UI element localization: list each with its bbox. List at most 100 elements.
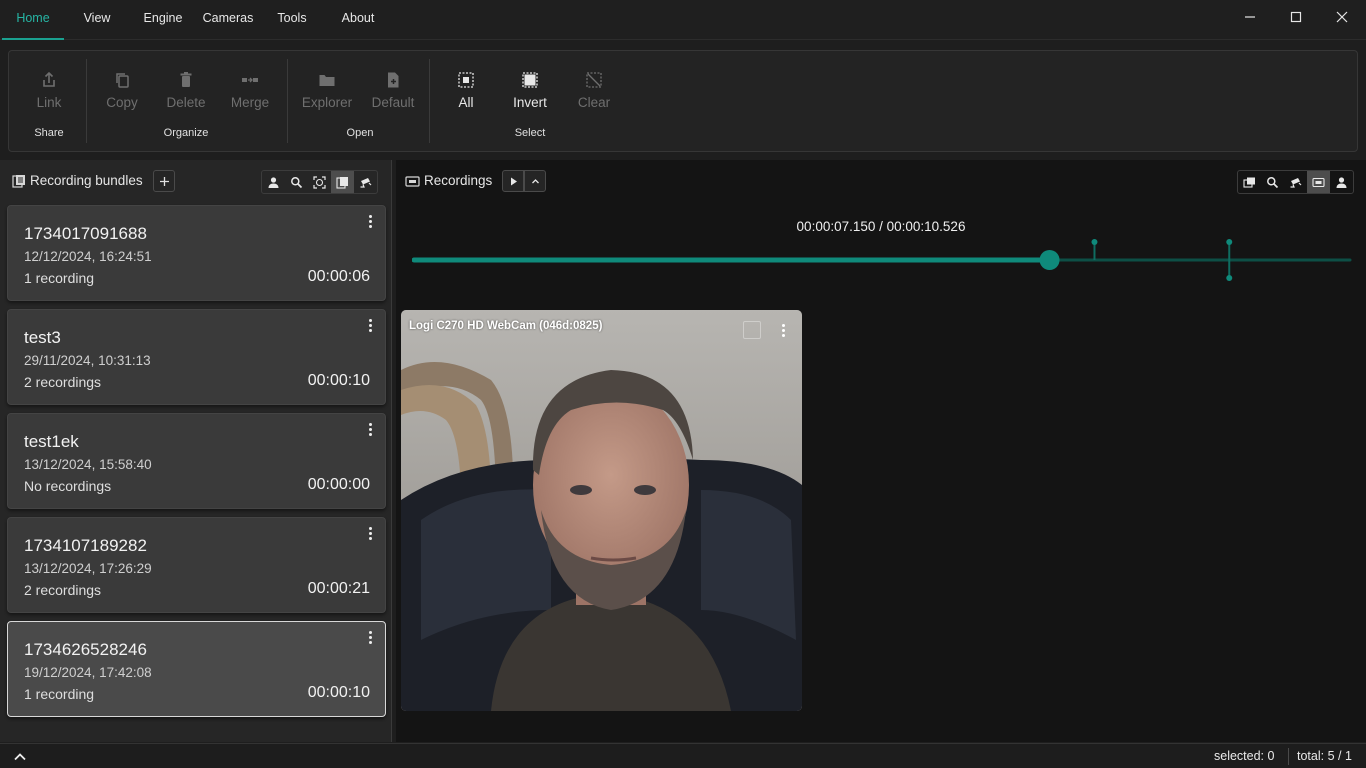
- merge-button[interactable]: Merge: [218, 71, 282, 117]
- all-label: All: [458, 95, 474, 110]
- merge-label: Merge: [230, 95, 270, 110]
- minimize-icon: [1245, 16, 1255, 18]
- bundle-card[interactable]: test3 29/11/2024, 10:31:13 2 recordings …: [7, 309, 386, 405]
- camera-tile[interactable]: Logi C270 HD WebCam (046d:0825): [401, 310, 802, 711]
- maximize-button[interactable]: [1273, 0, 1319, 34]
- invert-label: Invert: [513, 95, 547, 110]
- bundle-duration: 00:00:10: [307, 372, 370, 389]
- bundle-name: test3: [24, 328, 61, 347]
- bundle-date: 19/12/2024, 17:42:08: [24, 665, 152, 680]
- explorer-label: Explorer: [301, 95, 353, 110]
- bundle-date: 29/11/2024, 10:31:13: [24, 353, 151, 368]
- camera-filter-button[interactable]: [354, 171, 377, 193]
- bundle-card[interactable]: 1734017091688 12/12/2024, 16:24:51 1 rec…: [7, 205, 386, 301]
- person-icon: [1336, 176, 1347, 188]
- more-vert-icon[interactable]: [364, 316, 376, 334]
- organize-group-label: Organize: [163, 127, 209, 139]
- more-vert-icon[interactable]: [779, 322, 787, 338]
- bundle-card-selected[interactable]: 1734626528246 19/12/2024, 17:42:08 1 rec…: [7, 621, 386, 717]
- more-vert-icon[interactable]: [364, 628, 376, 646]
- copy-button[interactable]: Copy: [90, 71, 154, 117]
- bundles-view-button[interactable]: [331, 171, 354, 193]
- delete-button[interactable]: Delete: [154, 71, 218, 117]
- menu-view[interactable]: View: [76, 0, 118, 38]
- user-filter-button[interactable]: [1330, 171, 1353, 193]
- timeline-thumb[interactable]: [1039, 250, 1060, 270]
- status-divider: [1288, 748, 1289, 765]
- recordings-view-button[interactable]: [1307, 171, 1330, 193]
- user-filter-button[interactable]: [262, 171, 285, 193]
- bundle-name: 1734626528246: [24, 640, 147, 659]
- play-button[interactable]: [502, 170, 524, 192]
- timeline-slider[interactable]: [412, 236, 1352, 282]
- camera-name-label: Logi C270 HD WebCam (046d:0825): [409, 320, 603, 332]
- menu-home[interactable]: Home: [2, 0, 64, 40]
- bundle-recording-count: 2 recordings: [24, 374, 102, 390]
- multi-camera-button[interactable]: [1238, 171, 1261, 193]
- bundle-duration: 00:00:10: [307, 684, 370, 701]
- invert-button[interactable]: Invert: [498, 71, 562, 117]
- link-button[interactable]: Link: [17, 71, 81, 117]
- bundle-recording-count: 1 recording: [24, 686, 95, 702]
- more-vert-icon[interactable]: [364, 212, 376, 230]
- copy-label: Copy: [106, 95, 138, 110]
- face-filter-button[interactable]: [308, 171, 331, 193]
- bundle-recording-count: No recordings: [24, 478, 112, 494]
- menu-engine[interactable]: Engine: [137, 0, 189, 38]
- camera-filter-button[interactable]: [1284, 171, 1307, 193]
- bundle-duration: 00:00:06: [307, 268, 370, 285]
- minimize-button[interactable]: [1227, 0, 1273, 34]
- chevron-up-icon[interactable]: [12, 749, 28, 765]
- timeline-marker-dot: [1226, 239, 1233, 245]
- select-all-button[interactable]: All: [434, 71, 498, 117]
- menu-cameras[interactable]: Cameras: [197, 0, 259, 38]
- playback-timecode: 00:00:07.150 / 00:00:10.526: [796, 219, 966, 234]
- maximize-icon: [1290, 11, 1302, 23]
- total-count: total: 5 / 1: [1297, 749, 1352, 763]
- bundle-card[interactable]: test1ek 13/12/2024, 15:58:40 No recordin…: [7, 413, 386, 509]
- collapse-button[interactable]: [524, 170, 546, 192]
- search-icon: [1267, 176, 1279, 188]
- bundle-name: 1734107189282: [24, 536, 147, 555]
- camera-select-checkbox[interactable]: [743, 321, 761, 339]
- recordings-icon: [405, 174, 420, 188]
- add-bundle-button[interactable]: [153, 170, 175, 192]
- timeline-marker-dot: [1226, 275, 1233, 281]
- file-icon: [361, 71, 425, 93]
- multi-camera-icon: [1243, 177, 1255, 188]
- select-group-label: Select: [514, 127, 546, 139]
- menu-tools[interactable]: Tools: [270, 0, 314, 38]
- recordings-toolbar: [1237, 170, 1354, 194]
- status-bar: selected: 0 total: 5 / 1: [0, 743, 1366, 768]
- select-all-icon: [434, 71, 498, 93]
- share-icon: [17, 71, 81, 93]
- copy-icon: [90, 71, 154, 93]
- security-camera-icon: [1290, 177, 1302, 188]
- chevron-up-icon: [531, 178, 539, 183]
- security-camera-icon: [360, 177, 372, 188]
- invert-selection-icon: [498, 71, 562, 93]
- ribbon-divider: [86, 59, 87, 143]
- menu-about[interactable]: About: [333, 0, 383, 38]
- bundle-date: 13/12/2024, 15:58:40: [24, 457, 152, 472]
- ribbon-divider: [287, 59, 288, 143]
- bundle-duration: 00:00:00: [307, 476, 370, 493]
- merge-icon: [218, 71, 282, 93]
- bundle-card[interactable]: 1734107189282 13/12/2024, 17:26:29 2 rec…: [7, 517, 386, 613]
- explorer-button[interactable]: Explorer: [295, 71, 359, 117]
- default-button[interactable]: Default: [361, 71, 425, 117]
- bundle-recording-count: 1 recording: [24, 270, 95, 286]
- more-vert-icon[interactable]: [364, 420, 376, 438]
- bundle-duration: 00:00:21: [307, 580, 370, 597]
- trash-icon: [154, 71, 218, 93]
- camera-frame-image: [401, 310, 802, 711]
- search-button[interactable]: [285, 171, 308, 193]
- timeline-marker-dot: [1091, 239, 1098, 245]
- close-button[interactable]: [1319, 0, 1365, 34]
- more-vert-icon[interactable]: [364, 524, 376, 542]
- default-label: Default: [371, 95, 415, 110]
- selected-count: selected: 0: [1214, 749, 1275, 763]
- clear-selection-button[interactable]: Clear: [562, 71, 626, 117]
- search-button[interactable]: [1261, 171, 1284, 193]
- link-label: Link: [36, 95, 62, 110]
